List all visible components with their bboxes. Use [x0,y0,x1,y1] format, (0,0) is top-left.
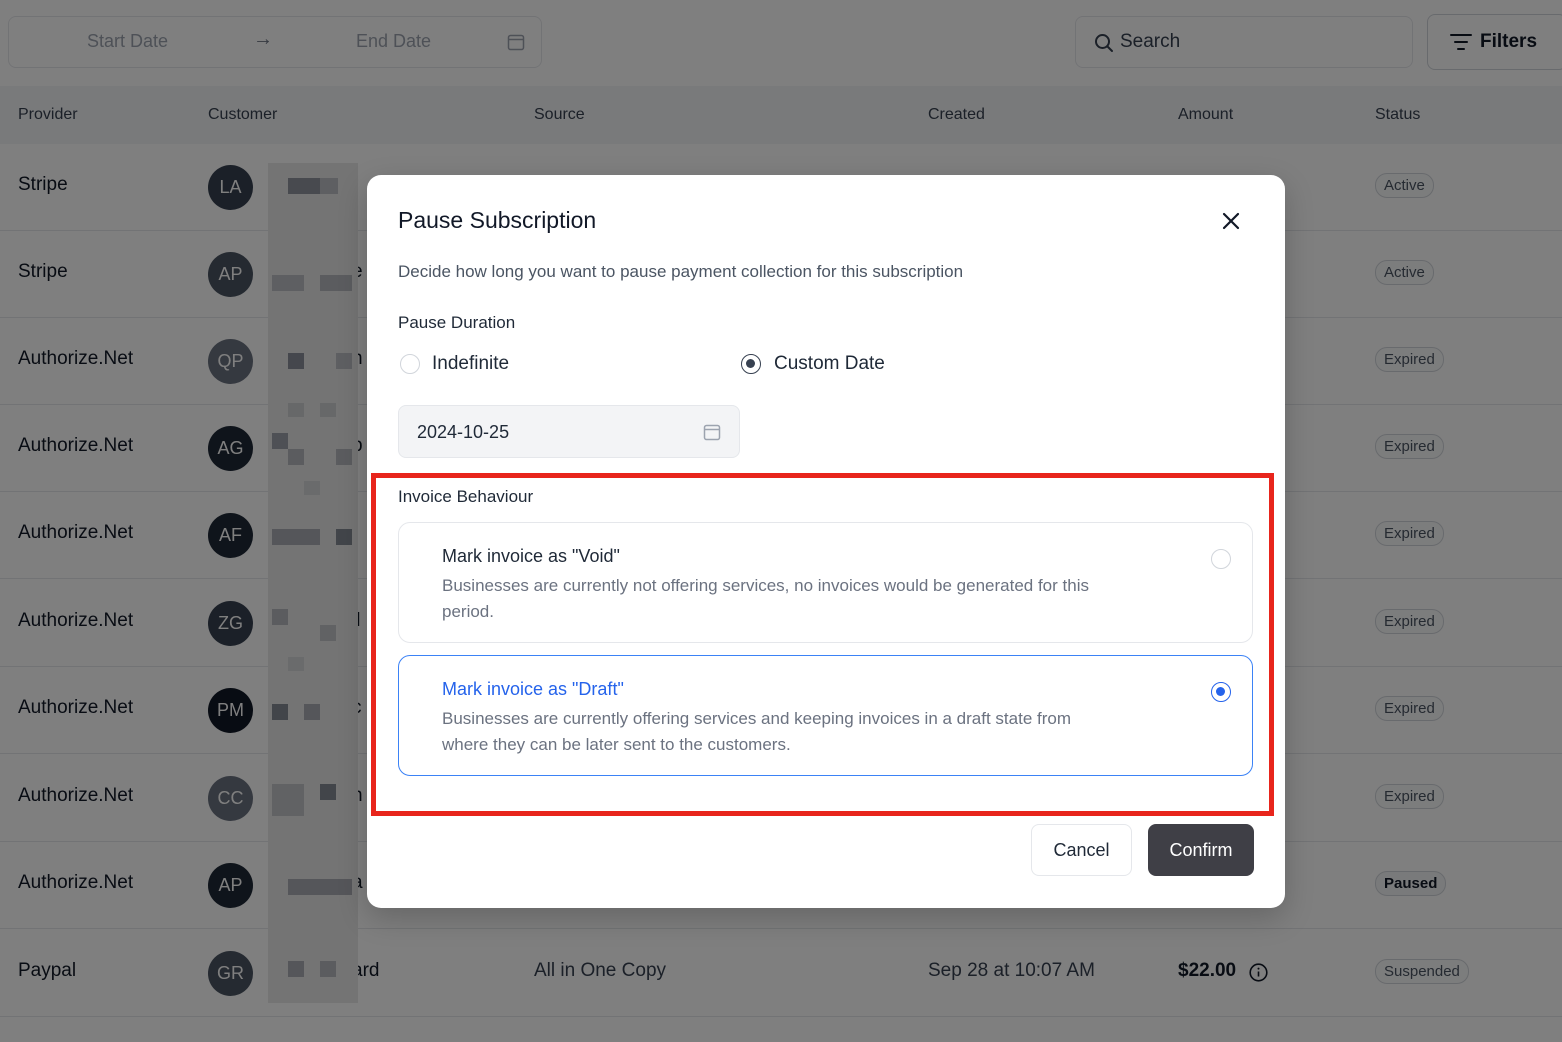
draft-radio[interactable] [1211,682,1231,702]
void-option-title: Mark invoice as "Void" [442,546,620,566]
void-radio[interactable] [1211,549,1231,569]
calendar-icon[interactable] [703,423,721,446]
confirm-button[interactable]: Confirm [1148,824,1254,876]
cancel-button[interactable]: Cancel [1031,824,1132,876]
indefinite-radio[interactable] [400,354,420,374]
void-option-card[interactable]: Mark invoice as "Void" Businesses are cu… [398,522,1253,643]
close-icon[interactable] [1221,211,1241,236]
subscriptions-page: Start Date → End Date Search Filters Pro… [0,0,1562,1042]
custom-date-radio[interactable] [741,354,761,374]
void-option-description: Businesses are currently not offering se… [442,576,1089,621]
pause-date-value: 2024-10-25 [417,422,510,442]
modal-title: Pause Subscription [398,207,597,233]
custom-date-label[interactable]: Custom Date [774,353,885,375]
indefinite-label[interactable]: Indefinite [432,353,509,375]
draft-option-description: Businesses are currently offering servic… [442,709,1071,754]
draft-option-card[interactable]: Mark invoice as "Draft" Businesses are c… [398,655,1253,776]
draft-option-title: Mark invoice as "Draft" [442,679,624,699]
pause-duration-label: Pause Duration [398,313,516,332]
pause-date-input[interactable]: 2024-10-25 [398,405,740,458]
invoice-behaviour-label: Invoice Behaviour [398,487,534,506]
modal-description: Decide how long you want to pause paymen… [398,262,964,281]
